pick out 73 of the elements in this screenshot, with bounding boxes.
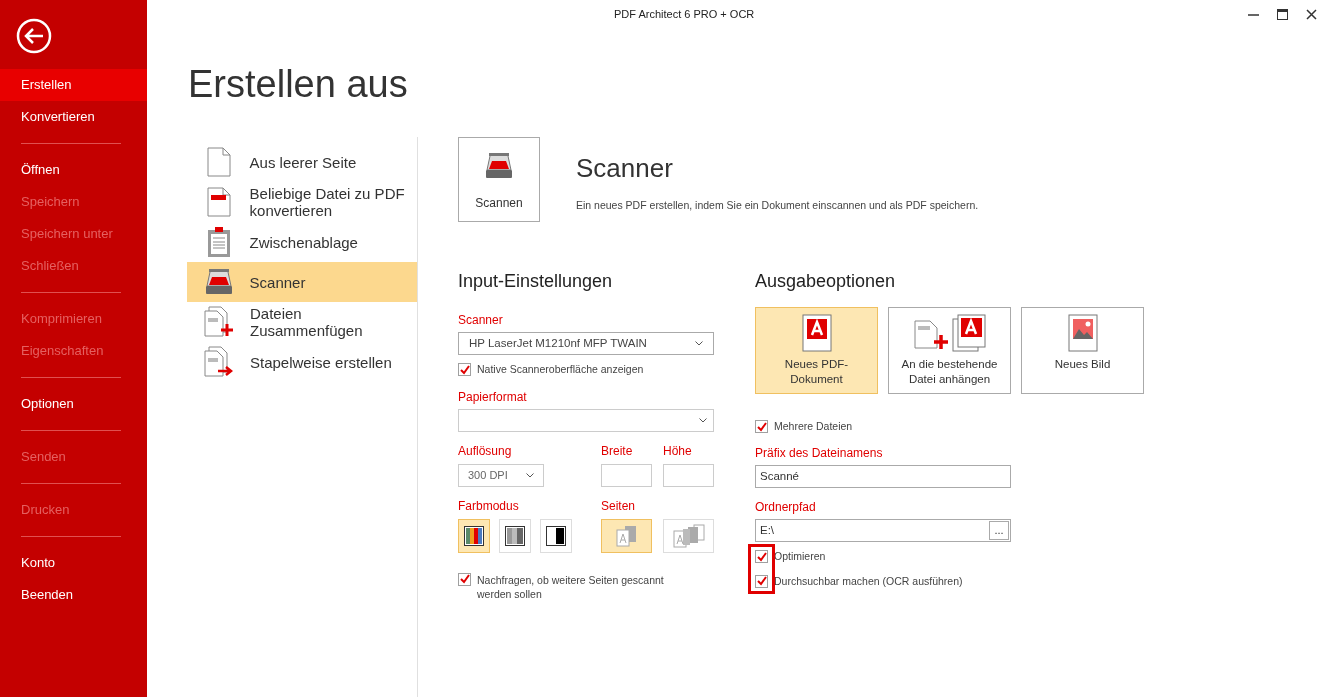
width-input[interactable] [601, 463, 652, 487]
source-item[interactable]: Scanner [187, 262, 417, 302]
description: Ein neues PDF erstellen, indem Sie ein Dokument einscannen und als PDF speichern. [576, 198, 979, 213]
checkbox[interactable] [755, 420, 768, 434]
scanner-icon [485, 152, 513, 180]
checkbox[interactable] [458, 363, 471, 377]
checkbox-label: Optimieren [774, 548, 826, 564]
caret-icon [695, 341, 703, 346]
maximize-icon[interactable] [1277, 8, 1288, 20]
sidebar-item[interactable]: Konvertieren [0, 101, 147, 133]
field-label: Scanner [458, 312, 504, 329]
monochrome-mode-icon [546, 525, 566, 546]
checkbox-label: Nachfragen, ob weitere Seiten gescannt werden sollen [477, 572, 665, 601]
source-item[interactable]: Stapelweise erstellen [187, 342, 417, 382]
section-heading: Ausgabeoptionen [755, 270, 897, 293]
sidebar-item[interactable]: Erstellen [0, 69, 147, 101]
checkbox-label: Native Scanneroberfläche anzeigen [477, 362, 644, 377]
blank-page-icon [206, 147, 231, 177]
checkbox-label: Mehrere Dateien [774, 419, 853, 434]
source-item[interactable]: Aus leerer Seite [187, 142, 417, 182]
section-title: Scanner [576, 152, 674, 185]
clipboard-icon [206, 226, 231, 258]
field-label: Höhe [663, 442, 693, 460]
checkbox[interactable] [755, 550, 768, 564]
output-option-button[interactable]: An die bestehende Datei anhängen [888, 307, 1011, 394]
caret-icon [699, 417, 707, 423]
sidebar-item[interactable]: Konto [0, 547, 147, 579]
browse-button[interactable]: ... [989, 520, 1009, 540]
sidebar-item[interactable]: Beenden [0, 579, 147, 611]
field-label: Ordnerpfad [755, 498, 817, 516]
checkbox[interactable] [458, 572, 471, 586]
window-title: PDF Architect 6 PRO + OCR [614, 7, 755, 22]
folder-path-field[interactable]: E:\ ... [755, 518, 1011, 542]
field-label: Papierformat [458, 388, 528, 406]
pdf-document-icon [801, 314, 832, 352]
color-mode-button[interactable] [458, 518, 490, 553]
grayscale-mode-icon [505, 525, 525, 546]
scanner-icon [204, 268, 233, 296]
multiple-pages-icon [671, 523, 706, 548]
image-document-icon [1067, 314, 1098, 352]
output-option-button[interactable]: Neues Bild [1021, 307, 1144, 394]
document-icon [206, 187, 231, 217]
source-item[interactable]: Beliebige Datei zu PDF konvertieren [187, 182, 417, 222]
source-item[interactable]: Dateien Zusammenfügen [187, 302, 417, 342]
page-title: Erstellen aus [188, 62, 409, 107]
sidebar-item[interactable]: Optionen [0, 388, 147, 420]
field-label: Breite [601, 442, 634, 460]
section-heading: Input-Einstellungen [458, 270, 614, 293]
caret-icon [526, 472, 534, 478]
height-input[interactable] [663, 463, 714, 487]
field-label: Seiten [601, 497, 637, 515]
checkbox-label: Durchsuchbar machen (OCR ausführen) [774, 573, 963, 589]
scanner-dropdown[interactable]: HP LaserJet M1210nf MFP TWAIN [458, 332, 714, 355]
color-mode-button[interactable] [499, 518, 531, 553]
merge-documents-icon [204, 306, 234, 338]
color-mode-button[interactable] [540, 518, 572, 553]
close-icon[interactable] [1306, 8, 1317, 20]
color-mode-icon [464, 525, 484, 546]
resolution-dropdown[interactable]: 300 DPI [458, 463, 544, 487]
scan-button[interactable]: Scannen [458, 137, 540, 222]
field-label: Auflösung [458, 442, 513, 460]
field-label: Präfix des Dateinamens [755, 444, 884, 462]
output-option-button[interactable]: Neues PDF-Dokument [755, 307, 878, 394]
highlight-frame [748, 543, 775, 594]
field-label: Farbmodus [458, 497, 520, 515]
prefix-input[interactable]: Scanné [755, 464, 1011, 488]
source-item[interactable]: Zwischenablage [187, 222, 417, 262]
batch-documents-icon [204, 346, 234, 378]
single-page-icon [614, 524, 639, 547]
append-to-pdf-icon [913, 314, 986, 352]
sidebar-item[interactable]: Öffnen [0, 154, 147, 186]
back-icon[interactable] [16, 18, 52, 54]
checkbox[interactable] [755, 574, 768, 588]
